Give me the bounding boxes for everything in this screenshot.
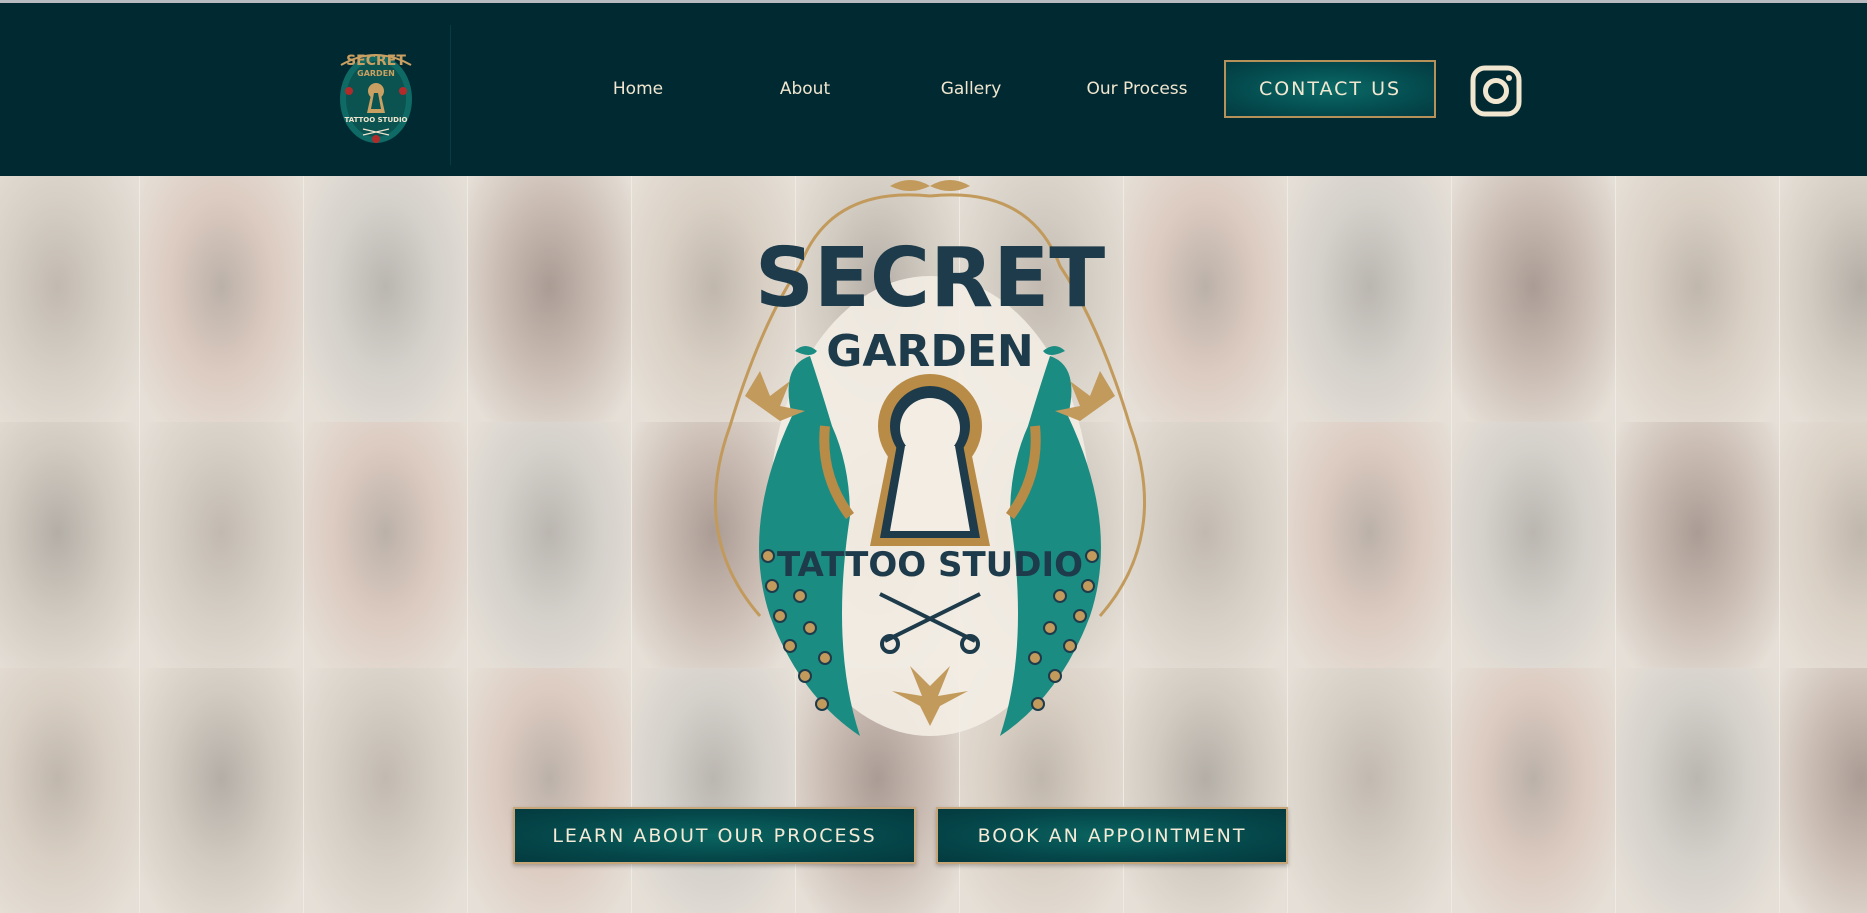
nav-about[interactable]: About — [735, 79, 875, 99]
nav-gallery[interactable]: Gallery — [901, 79, 1041, 99]
crest-title-secret: SECRET — [755, 231, 1105, 326]
instagram-icon[interactable] — [1470, 65, 1522, 117]
crest-title-garden: GARDEN — [826, 326, 1033, 377]
book-appointment-button[interactable]: BOOK AN APPOINTMENT — [936, 807, 1288, 864]
hero-section: SECRET GARDEN TATTOO STUDIO LEARN ABOUT … — [0, 176, 1867, 913]
crest-subtitle: TATTOO STUDIO — [777, 545, 1083, 585]
nav-our-process[interactable]: Our Process — [1067, 79, 1207, 99]
svg-text:SECRET: SECRET — [346, 53, 406, 69]
site-header: SECRET GARDEN TATTOO STUDIO Home About G… — [0, 3, 1867, 176]
studio-logo[interactable]: SECRET GARDEN TATTOO STUDIO — [333, 43, 419, 147]
learn-about-process-button[interactable]: LEARN ABOUT OUR PROCESS — [513, 807, 916, 864]
studio-crest-logo: SECRET GARDEN TATTOO STUDIO — [714, 180, 1146, 736]
svg-text:GARDEN: GARDEN — [357, 69, 395, 78]
contact-us-button[interactable]: CONTACT US — [1224, 60, 1436, 118]
svg-text:TATTOO STUDIO: TATTOO STUDIO — [344, 116, 407, 124]
nav-home[interactable]: Home — [568, 79, 708, 99]
header-divider — [450, 25, 451, 165]
